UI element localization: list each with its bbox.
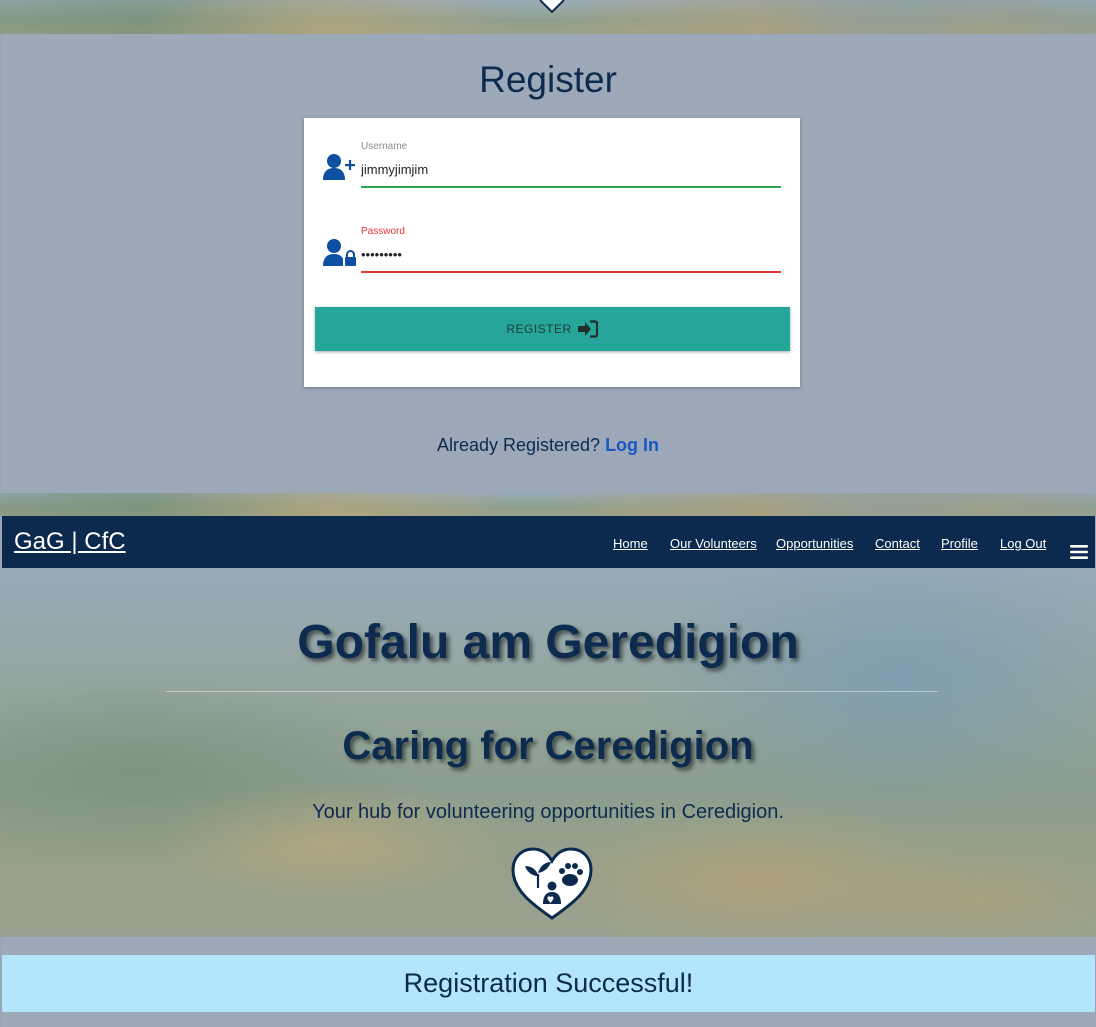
- nav-log-out[interactable]: Log Out: [1000, 536, 1046, 551]
- section-gap: [2, 937, 1095, 955]
- heart-logo-icon: [511, 847, 593, 920]
- password-label: Password: [361, 226, 405, 237]
- background-strip-middle: [0, 493, 1096, 516]
- register-button-label: REGISTER: [506, 322, 572, 336]
- nav-profile[interactable]: Profile: [941, 536, 978, 551]
- username-label: Username: [361, 141, 408, 152]
- register-form: Username Password REGISTER: [304, 118, 800, 387]
- hero-title: Gofalu am Geredigion: [297, 616, 799, 669]
- password-input[interactable]: [361, 243, 781, 265]
- hero-tagline: Your hub for volunteering opportunities …: [312, 801, 784, 823]
- chevron-down-icon: [539, 0, 565, 14]
- nav-our-volunteers[interactable]: Our Volunteers: [670, 536, 757, 551]
- sign-in-icon: [577, 320, 598, 338]
- register-button[interactable]: REGISTER: [315, 307, 790, 351]
- hamburger-icon[interactable]: [1070, 544, 1088, 560]
- username-underline: [361, 186, 781, 188]
- register-title: Register: [479, 59, 617, 100]
- user-lock-icon: [323, 239, 356, 266]
- nav-opportunities[interactable]: Opportunities: [776, 536, 853, 551]
- login-link[interactable]: Log In: [605, 435, 659, 455]
- footer-gap: [2, 1012, 1095, 1027]
- hero-subtitle: Caring for Ceredigion: [342, 724, 754, 768]
- nav-home[interactable]: Home: [613, 536, 648, 551]
- already-registered: Already Registered? Log In: [0, 435, 1096, 456]
- brand-logo[interactable]: GaG | CfC: [14, 528, 126, 556]
- hero-divider: [166, 691, 938, 692]
- already-registered-text: Already Registered?: [436, 435, 601, 455]
- navbar: GaG | CfC Home Our Volunteers Opportunit…: [2, 516, 1095, 568]
- username-input[interactable]: [361, 158, 781, 180]
- nav-contact[interactable]: Contact: [875, 536, 920, 551]
- password-underline: [361, 271, 781, 273]
- user-plus-icon: [323, 154, 355, 180]
- registration-success-alert: Registration Successful!: [2, 955, 1095, 1012]
